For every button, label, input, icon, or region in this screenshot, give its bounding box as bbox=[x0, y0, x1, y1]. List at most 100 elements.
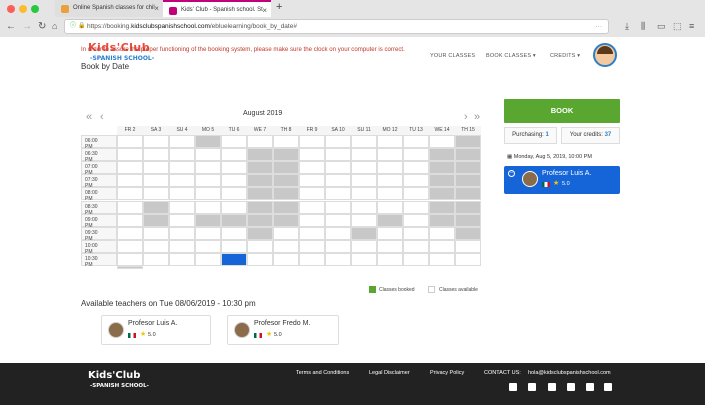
available-slot[interactable] bbox=[325, 252, 351, 266]
pinterest-icon[interactable] bbox=[604, 383, 612, 391]
available-slot[interactable] bbox=[351, 161, 377, 175]
available-slot[interactable] bbox=[117, 148, 143, 162]
available-slot[interactable] bbox=[429, 135, 455, 149]
available-slot[interactable] bbox=[299, 239, 325, 253]
available-slot[interactable] bbox=[377, 252, 403, 266]
available-slot[interactable] bbox=[117, 239, 143, 253]
booked-slot[interactable] bbox=[273, 174, 299, 188]
booked-slot[interactable] bbox=[455, 174, 481, 188]
available-slot[interactable] bbox=[117, 200, 143, 214]
available-slot[interactable] bbox=[299, 148, 325, 162]
maximize-window-icon[interactable] bbox=[31, 5, 39, 13]
prev-week-icon[interactable]: ‹ bbox=[100, 112, 104, 123]
info-icon[interactable]: ⓘ bbox=[70, 20, 76, 33]
available-slot[interactable] bbox=[377, 174, 403, 188]
booked-slot[interactable] bbox=[455, 187, 481, 201]
available-slot[interactable] bbox=[403, 135, 429, 149]
next-month-icon[interactable]: » bbox=[474, 112, 480, 123]
available-slot[interactable] bbox=[221, 148, 247, 162]
teacher-card[interactable]: Profesor Luis A. ★ 5.0 bbox=[101, 315, 211, 345]
available-slot[interactable] bbox=[403, 187, 429, 201]
menu-icon[interactable]: ≡ bbox=[689, 19, 694, 34]
booked-slot[interactable] bbox=[247, 161, 273, 175]
available-slot[interactable] bbox=[195, 174, 221, 188]
available-slot[interactable] bbox=[221, 239, 247, 253]
available-slot[interactable] bbox=[195, 200, 221, 214]
available-slot[interactable] bbox=[117, 213, 143, 227]
available-slot[interactable] bbox=[377, 148, 403, 162]
minimize-window-icon[interactable] bbox=[19, 5, 27, 13]
booked-slot[interactable] bbox=[377, 213, 403, 227]
available-slot[interactable] bbox=[169, 187, 195, 201]
twitter-icon[interactable] bbox=[528, 383, 536, 391]
available-slot[interactable] bbox=[351, 148, 377, 162]
booked-slot[interactable] bbox=[455, 148, 481, 162]
available-slot[interactable] bbox=[247, 239, 273, 253]
available-slot[interactable] bbox=[325, 161, 351, 175]
available-slot[interactable] bbox=[247, 252, 273, 266]
available-slot[interactable] bbox=[169, 213, 195, 227]
forward-icon[interactable]: → bbox=[22, 19, 32, 34]
booked-slot[interactable] bbox=[455, 161, 481, 175]
available-slot[interactable] bbox=[429, 226, 455, 240]
available-slot[interactable] bbox=[221, 161, 247, 175]
available-slot[interactable] bbox=[169, 161, 195, 175]
available-slot[interactable] bbox=[325, 148, 351, 162]
booked-slot[interactable] bbox=[247, 174, 273, 188]
teacher-card[interactable]: Profesor Fredo M. ★ 5.0 bbox=[227, 315, 339, 345]
available-slot[interactable] bbox=[143, 148, 169, 162]
available-slot[interactable] bbox=[299, 213, 325, 227]
sidebar-icon[interactable]: ▭ bbox=[657, 19, 666, 34]
booked-slot[interactable] bbox=[351, 226, 377, 240]
available-slot[interactable] bbox=[143, 252, 169, 266]
available-slot[interactable] bbox=[117, 187, 143, 201]
available-slot[interactable] bbox=[169, 135, 195, 149]
available-slot[interactable] bbox=[351, 252, 377, 266]
available-slot[interactable] bbox=[403, 161, 429, 175]
selected-slot-cell[interactable] bbox=[221, 252, 247, 266]
booked-slot[interactable] bbox=[117, 266, 143, 269]
new-tab-button[interactable]: + bbox=[276, 1, 282, 13]
available-slot[interactable] bbox=[143, 226, 169, 240]
available-slot[interactable] bbox=[273, 252, 299, 266]
youtube-icon[interactable] bbox=[567, 383, 575, 391]
available-slot[interactable] bbox=[403, 252, 429, 266]
available-slot[interactable] bbox=[117, 135, 143, 149]
available-slot[interactable] bbox=[403, 226, 429, 240]
close-tab-icon[interactable]: × bbox=[262, 2, 267, 17]
available-slot[interactable] bbox=[117, 252, 143, 266]
booked-slot[interactable] bbox=[273, 148, 299, 162]
available-slot[interactable] bbox=[325, 213, 351, 227]
available-slot[interactable] bbox=[377, 187, 403, 201]
available-slot[interactable] bbox=[299, 161, 325, 175]
available-slot[interactable] bbox=[403, 213, 429, 227]
available-slot[interactable] bbox=[299, 187, 325, 201]
available-slot[interactable] bbox=[325, 135, 351, 149]
booked-slot[interactable] bbox=[143, 213, 169, 227]
footer-terms-link[interactable]: Terms and Conditions bbox=[296, 370, 349, 376]
available-slot[interactable] bbox=[195, 226, 221, 240]
instagram-icon[interactable] bbox=[548, 383, 556, 391]
available-slot[interactable] bbox=[195, 239, 221, 253]
booked-slot[interactable] bbox=[247, 200, 273, 214]
available-slot[interactable] bbox=[377, 200, 403, 214]
close-window-icon[interactable] bbox=[7, 5, 15, 13]
available-slot[interactable] bbox=[351, 135, 377, 149]
next-week-icon[interactable]: › bbox=[464, 112, 468, 123]
available-slot[interactable] bbox=[195, 187, 221, 201]
booked-slot[interactable] bbox=[143, 200, 169, 214]
available-slot[interactable] bbox=[351, 174, 377, 188]
user-avatar[interactable] bbox=[593, 43, 617, 67]
available-slot[interactable] bbox=[325, 200, 351, 214]
available-slot[interactable] bbox=[351, 213, 377, 227]
footer-email-link[interactable]: hola@kidsclubspanishschool.com bbox=[528, 370, 611, 376]
book-button[interactable]: BOOK bbox=[504, 99, 620, 123]
booked-slot[interactable] bbox=[195, 135, 221, 149]
available-slot[interactable] bbox=[143, 187, 169, 201]
available-slot[interactable] bbox=[455, 239, 481, 253]
available-slot[interactable] bbox=[299, 226, 325, 240]
booked-slot[interactable] bbox=[455, 200, 481, 214]
available-slot[interactable] bbox=[169, 226, 195, 240]
nav-your-classes[interactable]: YOUR CLASSES bbox=[430, 53, 475, 59]
available-slot[interactable] bbox=[299, 200, 325, 214]
